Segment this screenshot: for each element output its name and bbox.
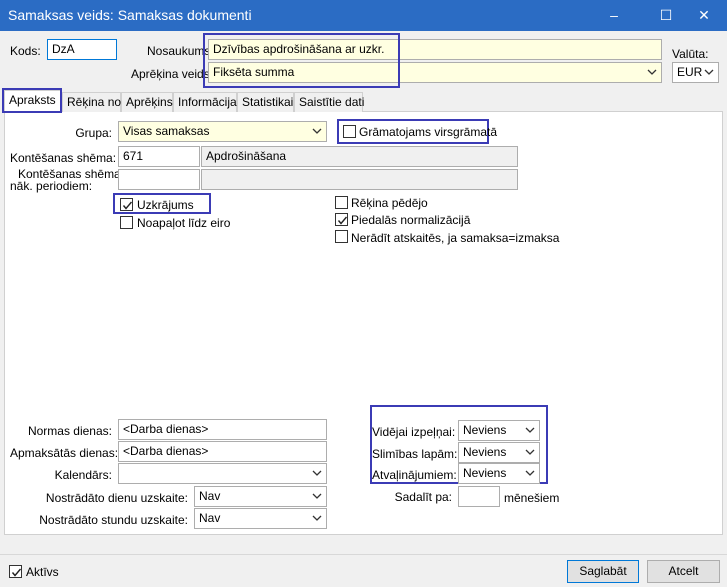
kontesanas-nak-label-2: nāk. periodiem: (10, 179, 93, 193)
uzkrajums-label: Uzkrājums (137, 198, 194, 212)
grupa-value: Visas samaksas (123, 124, 210, 138)
footer-divider (0, 554, 727, 555)
close-button[interactable]: ✕ (681, 0, 727, 31)
highlight-tab (2, 88, 62, 113)
slimibas-select[interactable]: Neviens (458, 442, 540, 463)
minimize-button[interactable]: – (591, 0, 637, 31)
tab-rekina-no[interactable]: Rēķina no (62, 92, 121, 112)
normas-dienas-input[interactable]: <Darba dienas> (118, 419, 327, 440)
tab-informacija[interactable]: Informācija (173, 92, 237, 112)
chevron-down-icon (704, 69, 714, 75)
videjai-select[interactable]: Neviens (458, 420, 540, 441)
gramatojams-checkbox[interactable] (343, 125, 356, 138)
kalendars-select[interactable] (118, 463, 327, 484)
aktivs-label: Aktīvs (26, 565, 59, 579)
chevron-down-icon (312, 493, 322, 499)
atvalinajumiem-select[interactable]: Neviens (458, 463, 540, 484)
noapalot-checkbox[interactable] (120, 216, 133, 229)
uzkrajums-checkbox[interactable] (120, 198, 133, 211)
kods-input[interactable]: DzA (47, 39, 117, 60)
sadalit-label: Sadalīt pa: (394, 490, 452, 504)
nostradato-dienu-select[interactable]: Nav (194, 486, 327, 507)
save-button[interactable]: Saglabāt (567, 560, 639, 583)
apmaksatas-dienas-input[interactable]: <Darba dienas> (118, 441, 327, 462)
rekina-pedejo-checkbox[interactable] (335, 196, 348, 209)
checkmark-icon (122, 201, 133, 210)
tab-statistikai[interactable]: Statistikai (237, 92, 294, 112)
kontesanas-nak-code-input[interactable] (118, 169, 200, 190)
valuta-value: EUR (677, 65, 703, 79)
chevron-down-icon (525, 449, 535, 455)
nostradato-stundu-value: Nav (199, 511, 221, 525)
checkmark-icon (337, 216, 348, 225)
menesiem-label: mēnešiem (504, 491, 560, 505)
tab-aprekins[interactable]: Aprēķins (121, 92, 173, 112)
slimibas-value: Neviens (463, 445, 507, 459)
apmaksatas-dienas-label: Apmaksātās dienas: (10, 446, 119, 460)
chevron-down-icon (312, 128, 322, 134)
grupa-label: Grupa: (75, 126, 112, 140)
valuta-select[interactable]: EUR (672, 62, 719, 83)
cancel-button[interactable]: Atcelt (647, 560, 720, 583)
videjai-value: Neviens (463, 423, 507, 437)
tab-saistitie-dati[interactable]: Saistītie dati (294, 92, 364, 112)
atvalinajumiem-value: Neviens (463, 466, 507, 480)
noapalot-label: Noapaļot līdz eiro (137, 216, 231, 230)
chevron-down-icon (312, 515, 322, 521)
kontesanas-nak-name-field (201, 169, 518, 190)
grupa-select[interactable]: Visas samaksas (118, 121, 327, 142)
normas-dienas-label: Normas dienas: (27, 424, 112, 438)
checkmark-icon (11, 568, 22, 577)
window-title: Samaksas veids: Samaksas dokumenti (8, 7, 252, 23)
piedalas-label: Piedalās normalizācijā (351, 213, 471, 227)
slimibas-label: Slimības lapām: (372, 447, 458, 461)
title-bar: Samaksas veids: Samaksas dokumenti – ☐ ✕ (0, 0, 727, 31)
nostradato-dienu-value: Nav (199, 489, 221, 503)
chevron-down-icon (525, 470, 535, 476)
nostradato-dienu-label: Nostrādāto dienu uzskaite: (45, 491, 188, 505)
atvalinajumiem-label: Atvaļinājumiem: (372, 468, 457, 482)
valuta-label: Valūta: (672, 47, 709, 61)
neradit-label: Nerādīt atskaitēs, ja samaksa=izmaksa (351, 231, 560, 245)
chevron-down-icon (647, 69, 657, 75)
kalendars-label: Kalendārs: (54, 468, 112, 482)
nostradato-stundu-select[interactable]: Nav (194, 508, 327, 529)
kontesanas-code-input[interactable]: 671 (118, 146, 200, 167)
kods-label: Kods: (10, 44, 41, 58)
aprekina-veids-label: Aprēķina veids (131, 67, 210, 81)
highlight-name-calc (203, 33, 400, 88)
nosaukums-label: Nosaukums (147, 44, 211, 58)
kontesanas-label: Kontēšanas shēma: (10, 151, 117, 165)
neradit-checkbox[interactable] (335, 230, 348, 243)
sadalit-input[interactable] (458, 486, 500, 507)
chevron-down-icon (312, 470, 322, 476)
videjai-label: Vidējai izpeļņai: (372, 425, 456, 439)
chevron-down-icon (525, 427, 535, 433)
gramatojams-label: Grāmatojams virsgrāmatā (359, 125, 498, 139)
piedalas-checkbox[interactable] (335, 213, 348, 226)
kontesanas-name-field: Apdrošināšana (201, 146, 518, 167)
nostradato-stundu-label: Nostrādāto stundu uzskaite: (39, 513, 188, 527)
aktivs-checkbox[interactable] (9, 565, 22, 578)
rekina-pedejo-label: Rēķina pēdējo (351, 196, 428, 210)
